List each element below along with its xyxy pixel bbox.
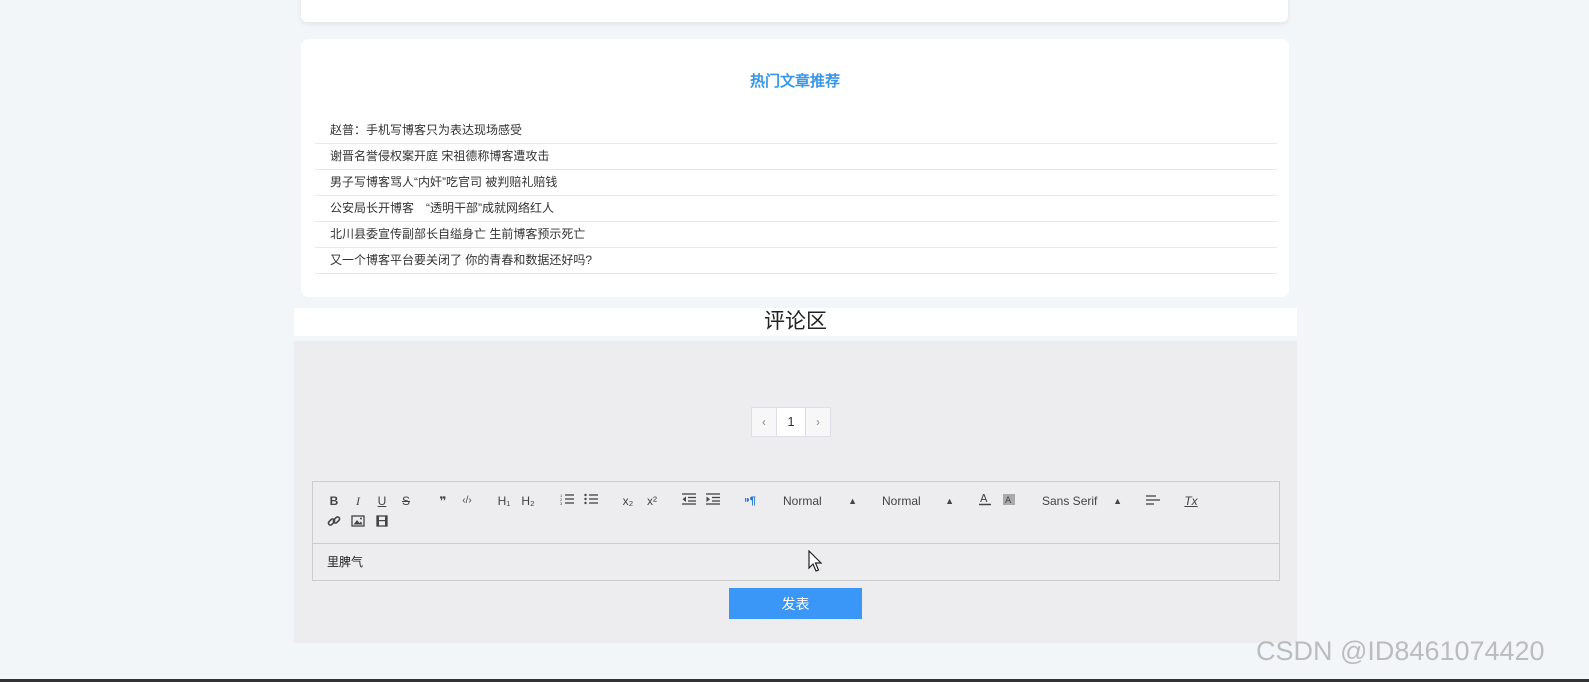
watermark: CSDN @ID8461074420 — [1256, 636, 1545, 666]
svg-text:A: A — [980, 492, 988, 505]
hot-article-link[interactable]: 又一个博客平台要关闭了 你的青春和数据还好吗? — [315, 248, 1277, 274]
size-picker[interactable]: Normal ▲ — [783, 492, 857, 510]
mouse-cursor-icon — [808, 550, 823, 572]
clean-format-button[interactable]: Tx — [1182, 492, 1200, 510]
video-icon[interactable] — [373, 514, 391, 532]
hot-article-link[interactable]: 男子写博客骂人“内奸”吃官司 被判赔礼赔钱 — [315, 170, 1277, 196]
image-icon[interactable] — [349, 514, 367, 532]
hot-article-link[interactable]: 公安局长开博客 “透明干部”成就网络红人 — [315, 196, 1277, 222]
hot-articles-panel: 热门文章推荐 赵普：手机写博客只为表达现场感受 谢晋名誉侵权案开庭 宋祖德称博客… — [301, 39, 1289, 297]
picker-arrow-icon: ▲ — [945, 496, 954, 506]
strike-button[interactable]: S — [397, 492, 415, 510]
code-block-button[interactable]: ‹/› — [458, 492, 476, 510]
picker-arrow-icon: ▲ — [1113, 496, 1122, 506]
hot-article-link[interactable]: 北川县委宣传副部长自缢身亡 生前博客预示死亡 — [315, 222, 1277, 248]
hot-article-link[interactable]: 赵普：手机写博客只为表达现场感受 — [315, 118, 1277, 144]
font-picker-value: Sans Serif — [1042, 494, 1098, 508]
superscript-button[interactable]: x² — [643, 492, 661, 510]
svg-text:A: A — [1005, 496, 1012, 506]
comment-area: ‹ 1 › B I U S ❞ ‹/› H₁ H₂ 123 x₂ x² ⁍¶ N… — [294, 341, 1297, 643]
comment-section-title: 评论区 — [294, 308, 1297, 336]
hot-articles-list: 赵普：手机写博客只为表达现场感受 谢晋名誉侵权案开庭 宋祖德称博客遭攻击 男子写… — [315, 118, 1277, 274]
underline-button[interactable]: U — [373, 492, 391, 510]
picker-arrow-icon: ▲ — [848, 496, 857, 506]
ordered-list-icon[interactable]: 123 — [558, 492, 576, 510]
editor-toolbar: B I U S ❞ ‹/› H₁ H₂ 123 x₂ x² ⁍¶ Normal … — [313, 482, 1279, 544]
svg-text:3: 3 — [560, 501, 563, 505]
rich-text-editor: B I U S ❞ ‹/› H₁ H₂ 123 x₂ x² ⁍¶ Normal … — [312, 481, 1280, 581]
font-picker[interactable]: Sans Serif ▲ — [1042, 492, 1122, 510]
header-picker-value: Normal — [882, 494, 921, 508]
header-picker[interactable]: Normal ▲ — [882, 492, 954, 510]
background-color-icon[interactable]: A — [1000, 492, 1018, 510]
comment-editor-input[interactable]: 里脾气 — [327, 553, 363, 570]
next-page-button[interactable]: › — [805, 407, 831, 437]
bullet-list-icon[interactable] — [582, 492, 600, 510]
link-icon[interactable] — [325, 514, 343, 532]
indent-icon[interactable] — [704, 492, 722, 510]
text-direction-button[interactable]: ⁍¶ — [741, 492, 759, 510]
hot-article-link[interactable]: 谢晋名誉侵权案开庭 宋祖德称博客遭攻击 — [315, 144, 1277, 170]
pagination: ‹ 1 › — [751, 407, 831, 437]
subscript-button[interactable]: x₂ — [619, 492, 637, 510]
hot-articles-title: 热门文章推荐 — [749, 73, 840, 90]
header2-button[interactable]: H₂ — [519, 492, 537, 510]
bold-button[interactable]: B — [325, 492, 343, 510]
previous-card — [301, 0, 1288, 22]
font-color-icon[interactable]: A — [976, 492, 994, 510]
header1-button[interactable]: H₁ — [495, 492, 513, 510]
blockquote-button[interactable]: ❞ — [434, 492, 452, 510]
submit-comment-button[interactable]: 发表 — [729, 588, 862, 619]
page-number-button[interactable]: 1 — [776, 407, 806, 437]
italic-button[interactable]: I — [349, 492, 367, 510]
size-picker-value: Normal — [783, 494, 822, 508]
outdent-icon[interactable] — [680, 492, 698, 510]
align-icon[interactable] — [1144, 492, 1162, 510]
prev-page-button[interactable]: ‹ — [751, 407, 777, 437]
